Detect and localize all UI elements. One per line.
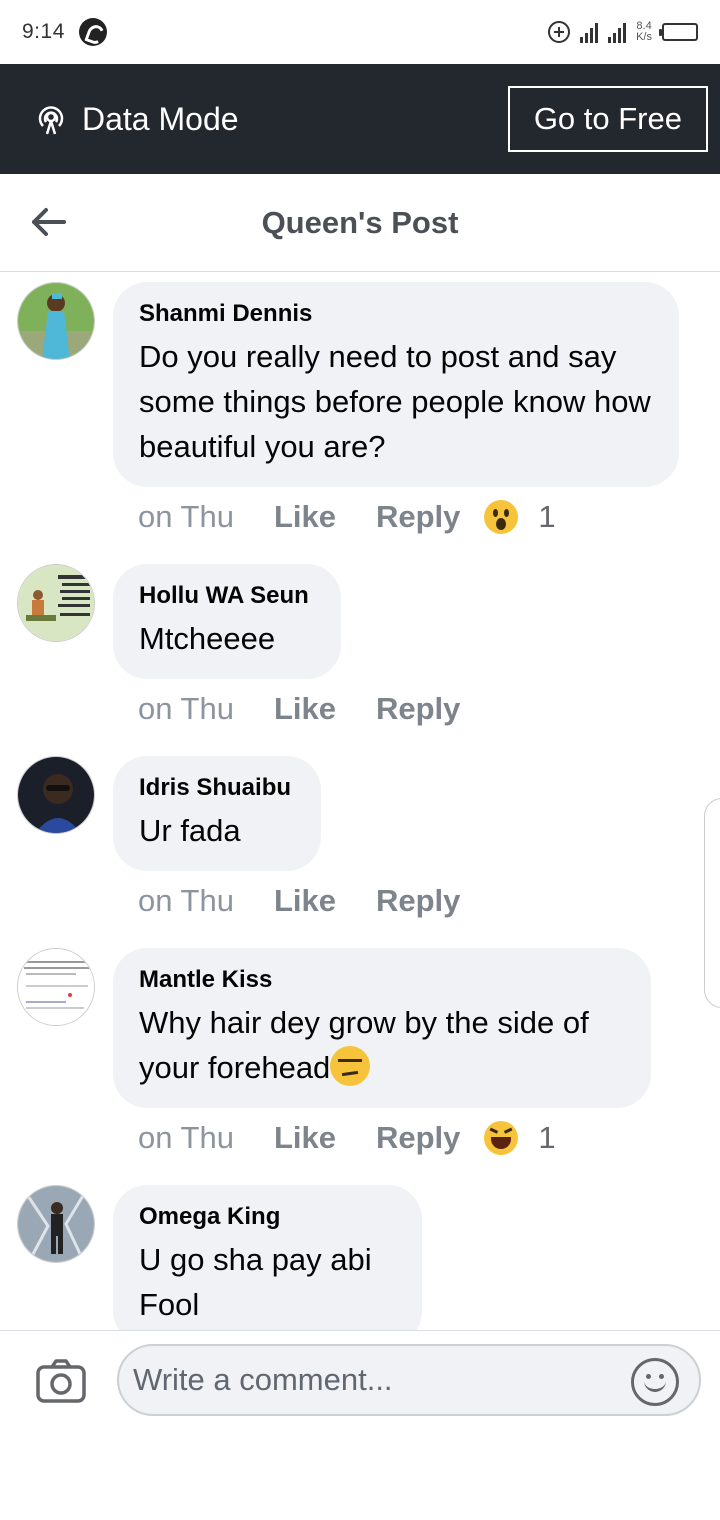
post-header: Queen's Post	[0, 174, 720, 272]
comment-bubble[interactable]: Shanmi Dennis Do you really need to post…	[113, 282, 679, 487]
net-speed: 8.4 K/s	[636, 21, 652, 43]
avatar-image	[18, 757, 94, 833]
unamused-emoji-icon	[330, 1046, 371, 1086]
comment-author[interactable]: Shanmi Dennis	[139, 300, 653, 328]
data-mode-text: Data Mode	[82, 100, 239, 137]
avatar[interactable]	[17, 948, 95, 1026]
avatar-image	[18, 1186, 94, 1262]
avatar[interactable]	[17, 756, 95, 834]
reply-button[interactable]: Reply	[376, 499, 460, 535]
like-button[interactable]: Like	[274, 499, 336, 535]
like-button[interactable]: Like	[274, 1120, 336, 1156]
status-time: 9:14	[22, 20, 65, 43]
comment-author[interactable]: Mantle Kiss	[139, 966, 625, 994]
comment-text: U go sha pay abi Fool	[139, 1242, 372, 1322]
signal-icon	[580, 21, 599, 43]
comment-author[interactable]: Idris Shuaibu	[139, 774, 295, 802]
comment-time[interactable]: on Thu	[138, 1120, 234, 1156]
signal-icon	[608, 21, 627, 43]
data-mode-label: Data Mode	[34, 101, 239, 138]
comment-actions: on Thu Like Reply	[138, 691, 460, 727]
broadcast-icon	[38, 106, 64, 135]
go-to-free-button[interactable]: Go to Free	[507, 86, 708, 152]
comment-text: Ur fada	[139, 813, 241, 848]
comment-bubble[interactable]: Omega King U go sha pay abi Fool	[113, 1185, 422, 1330]
comment-list: Shanmi Dennis Do you really need to post…	[0, 272, 720, 1330]
like-button[interactable]: Like	[274, 883, 336, 919]
comment-bubble[interactable]: Hollu WA Seun Mtcheeee	[113, 564, 341, 679]
comment-actions: on Thu Like Reply	[138, 883, 460, 919]
haha-reaction-icon	[484, 1121, 519, 1155]
whatsapp-icon	[78, 18, 107, 46]
data-mode-banner: Data Mode Go to Free	[0, 64, 720, 174]
avatar[interactable]	[17, 282, 95, 360]
reaction-summary[interactable]: 1	[484, 1120, 556, 1156]
avatar-image	[18, 949, 94, 1025]
comment-text: Why hair dey grow by the side of your fo…	[139, 1000, 625, 1090]
avatar-image	[18, 565, 94, 641]
comment-composer	[0, 1330, 720, 1430]
status-bar: 9:14 8.4 K/s	[0, 0, 720, 64]
reply-button[interactable]: Reply	[376, 691, 460, 727]
avatar[interactable]	[17, 1185, 95, 1263]
comment-actions: on Thu Like Reply 1	[138, 499, 556, 535]
status-icons: 8.4 K/s	[548, 21, 698, 43]
page-title: Queen's Post	[261, 204, 459, 240]
reaction-count: 1	[538, 499, 556, 534]
camera-icon[interactable]	[36, 1359, 86, 1403]
comment-bubble[interactable]: Idris Shuaibu Ur fada	[113, 756, 321, 871]
emoji-picker-icon[interactable]	[631, 1358, 679, 1406]
plus-circle-icon	[548, 21, 571, 43]
avatar-image	[18, 283, 94, 359]
reply-button[interactable]: Reply	[376, 883, 460, 919]
like-button[interactable]: Like	[274, 691, 336, 727]
comment-author[interactable]: Omega King	[139, 1203, 396, 1231]
comment-actions: on Thu Like Reply 1	[138, 1120, 556, 1156]
comment-input[interactable]	[117, 1344, 701, 1416]
back-arrow-icon[interactable]	[28, 202, 68, 242]
comment-time[interactable]: on Thu	[138, 883, 234, 919]
reply-button[interactable]: Reply	[376, 1120, 460, 1156]
net-speed-unit: K/s	[636, 31, 652, 43]
battery-icon	[659, 23, 698, 41]
scroll-handle[interactable]	[704, 798, 720, 1008]
reaction-summary[interactable]: 1	[484, 499, 556, 535]
wow-reaction-icon	[484, 500, 519, 534]
comment-time[interactable]: on Thu	[138, 499, 234, 535]
avatar[interactable]	[17, 564, 95, 642]
comment-time[interactable]: on Thu	[138, 691, 234, 727]
comment-bubble[interactable]: Mantle Kiss Why hair dey grow by the sid…	[113, 948, 651, 1108]
comment-text: Do you really need to post and say some …	[139, 339, 651, 464]
comment-text: Mtcheeee	[139, 621, 276, 656]
reaction-count: 1	[538, 1120, 556, 1155]
comment-author[interactable]: Hollu WA Seun	[139, 582, 315, 610]
